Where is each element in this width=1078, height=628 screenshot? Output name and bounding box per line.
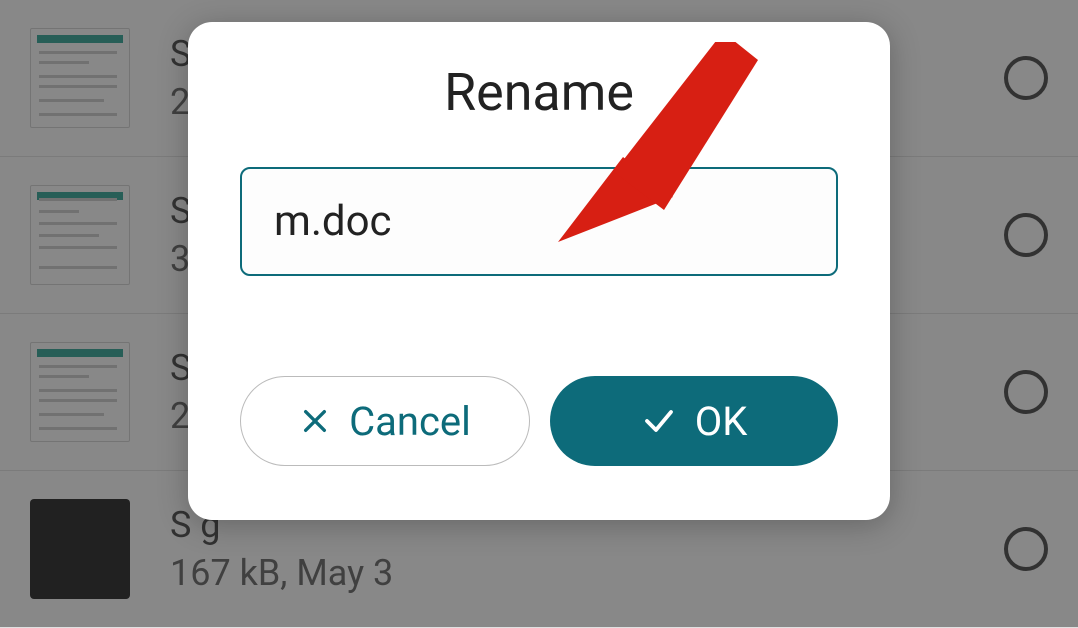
cancel-label: Cancel (349, 398, 471, 445)
check-icon (641, 403, 677, 439)
rename-input[interactable] (240, 167, 838, 276)
rename-dialog: Rename Cancel OK (188, 22, 890, 520)
cancel-button[interactable]: Cancel (240, 376, 530, 466)
ok-label: OK (695, 398, 748, 445)
ok-button[interactable]: OK (550, 376, 838, 466)
dialog-title: Rename (240, 62, 838, 123)
dialog-actions: Cancel OK (240, 376, 838, 466)
close-icon (299, 405, 331, 437)
modal-overlay[interactable]: Rename Cancel OK (0, 0, 1078, 627)
